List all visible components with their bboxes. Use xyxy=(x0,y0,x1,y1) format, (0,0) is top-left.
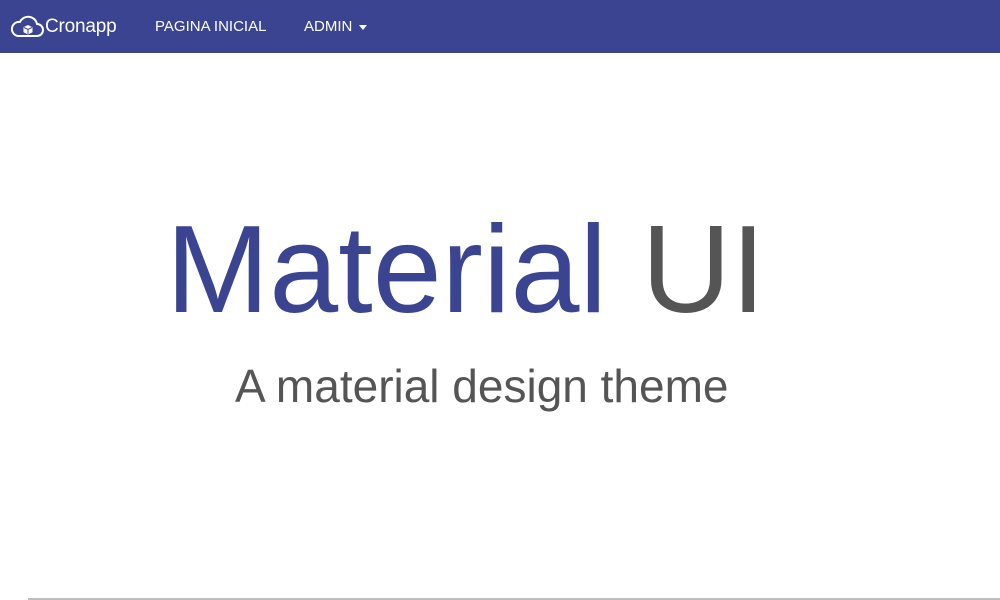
top-navbar: Cronapp PAGINA INICIAL ADMIN xyxy=(0,0,1000,53)
nav-item-home[interactable]: PAGINA INICIAL xyxy=(155,0,266,53)
brand-link[interactable]: Cronapp xyxy=(9,0,117,53)
brand-name: Cronapp xyxy=(45,15,117,37)
cloud-cube-icon xyxy=(9,15,45,39)
hero-title: Material UI xyxy=(166,200,765,340)
hero-title-primary: Material xyxy=(166,201,608,339)
nav-item-home-label: PAGINA INICIAL xyxy=(155,18,267,35)
hero-title-secondary: UI xyxy=(641,201,766,339)
nav-item-admin-label: ADMIN xyxy=(304,18,353,35)
caret-down-icon xyxy=(359,24,368,30)
nav-item-admin-dropdown[interactable]: ADMIN xyxy=(304,0,368,53)
hero-subtitle: A material design theme xyxy=(235,360,729,412)
